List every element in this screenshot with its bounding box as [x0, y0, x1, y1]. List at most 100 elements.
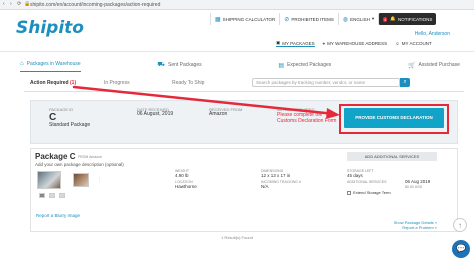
- prohibited-items-link[interactable]: ⊘ PROHIBITED ITEMS: [279, 13, 338, 25]
- tracking-value: N/A: [261, 183, 269, 189]
- dimensions-field: DIMENSIONS 12 x 13 x 17 in: [261, 169, 290, 178]
- photo-thumbnails: [39, 193, 65, 198]
- date-received-value: 06 August, 2019: [137, 111, 174, 117]
- status-tab-in-progress[interactable]: In Progress: [104, 80, 130, 86]
- tab-label: Expected Packages: [287, 62, 332, 68]
- results-count: 1 Result(s) Found: [221, 235, 253, 240]
- bell-icon: 🔔: [390, 16, 396, 21]
- report-blurry-image-link[interactable]: Report a Blurry Image: [36, 213, 80, 218]
- package-icon: ▣: [276, 40, 281, 45]
- thumbnail[interactable]: [49, 193, 55, 198]
- action-required-field: ACTION REQUIRED Please complete the Cust…: [277, 107, 337, 124]
- provide-customs-declaration-button[interactable]: PROVIDE CUSTOMS DECLARATION: [344, 108, 444, 128]
- package-description-prompt[interactable]: Add your own package description (option…: [35, 162, 124, 167]
- package-tabs: ⌂ Packages in Warehouse ⛟ Sent Packages …: [20, 58, 460, 72]
- package-type: Standard Package: [49, 122, 91, 128]
- globe-icon: ◍: [342, 16, 349, 23]
- site-header: Shipito ▦ SHIPPING CALCULATOR ⊘ PROHIBIT…: [0, 10, 474, 52]
- tab-packages-in-warehouse[interactable]: ⌂ Packages in Warehouse: [20, 58, 81, 72]
- my-warehouse-address-link[interactable]: ⌖ MY WAREHOUSE ADDRESS: [323, 40, 388, 47]
- status-count: (1): [70, 80, 77, 86]
- add-additional-services-button[interactable]: ADD ADDITIONAL SERVICES: [347, 152, 437, 161]
- scroll-to-top-button[interactable]: ↑: [453, 218, 467, 232]
- extend-date: 06 Aug 2019: [405, 179, 431, 184]
- weight-value: 4.90 lb: [175, 172, 189, 178]
- warehouse-icon: ⌂: [20, 61, 24, 67]
- package-photo[interactable]: [37, 171, 61, 189]
- tab-label: Packages in Warehouse: [26, 61, 81, 67]
- extend-storage-label: Extend Storage Term: [353, 190, 391, 195]
- extend-storage-checkbox[interactable]: [347, 190, 351, 195]
- received-from-field: RECEIVED FROM Amazon: [209, 107, 242, 117]
- notifications-label: NOTIFICATIONS: [397, 16, 433, 22]
- user-block: Hello, Anderson: [415, 31, 450, 37]
- calculator-icon: ▦: [215, 16, 221, 23]
- truck-icon: ⛟: [157, 62, 165, 68]
- browser-nav-icons[interactable]: ‹ › ⟳: [3, 1, 23, 7]
- tab-expected-packages[interactable]: ▤ Expected Packages: [278, 58, 331, 72]
- user-icon: ☺: [395, 41, 400, 46]
- dimensions-value: 12 x 13 x 17 in: [261, 172, 291, 178]
- tab-sent-packages[interactable]: ⛟ Sent Packages: [157, 58, 201, 72]
- prohibited-items-label: PROHIBITED ITEMS: [291, 16, 334, 22]
- tab-assisted-purchase[interactable]: 🛒 Assisted Purchase: [408, 58, 460, 72]
- notifications-button[interactable]: 4 🔔 NOTIFICATIONS: [378, 13, 437, 25]
- shipito-logo[interactable]: Shipito: [16, 18, 84, 38]
- prohibited-icon: ⊘: [284, 16, 290, 23]
- language-label: ENGLISH: [350, 16, 370, 22]
- greeting: Hello, Anderson: [414, 31, 450, 37]
- status-filter-row: Action Required (1) In Progress Ready To…: [24, 78, 464, 90]
- thumbnail[interactable]: [59, 193, 65, 198]
- location-field: LOCATION Hawthorne: [175, 180, 197, 189]
- extend-price: $0.00 USD: [405, 184, 423, 189]
- calendar-icon: ▤: [278, 62, 285, 69]
- package-search-input[interactable]: Search packages by tracking number, vend…: [252, 78, 400, 87]
- thumbnail[interactable]: [39, 193, 45, 198]
- detail-links: Show Package Details » Report a Problem …: [394, 220, 437, 230]
- weight-field: WEIGHT 4.90 lb: [175, 169, 189, 178]
- storage-left-value: 45 days: [347, 172, 363, 178]
- date-received-field: DATE RECEIVED 06 August, 2019: [137, 107, 173, 117]
- language-select[interactable]: ◍ ENGLISH ▾: [337, 13, 378, 25]
- status-label: Action Required: [30, 80, 69, 86]
- chat-bubble-icon: 💬: [456, 244, 466, 253]
- package-detail-card: Package C FROM Amazon Add your own packa…: [30, 148, 458, 232]
- browser-address-bar: ‹ › ⟳ 🔒 shipito.com/en/account/incoming-…: [0, 0, 474, 10]
- account-nav: ▣ MY PACKAGES ⌖ MY WAREHOUSE ADDRESS ☺ M…: [276, 40, 432, 47]
- status-tab-ready-to-ship[interactable]: Ready To Ship: [172, 80, 204, 86]
- location-value: Hawthorne: [175, 183, 197, 189]
- shipping-calculator-link[interactable]: ▦ SHIPPING CALCULATOR: [210, 13, 279, 25]
- my-account-link[interactable]: ☺ MY ACCOUNT: [395, 40, 432, 47]
- my-account-label: MY ACCOUNT: [401, 41, 432, 46]
- shipping-calculator-label: SHIPPING CALCULATOR: [222, 16, 276, 22]
- chat-button[interactable]: 💬: [452, 240, 470, 258]
- url-text[interactable]: shipito.com/en/account/incoming-packages…: [30, 2, 160, 8]
- my-packages-label: MY PACKAGES: [282, 40, 315, 46]
- package-photo-secondary[interactable]: [73, 173, 89, 187]
- location-pin-icon: ⌖: [322, 41, 326, 46]
- storage-left-field: STORAGE LEFT 45 days: [347, 169, 374, 178]
- divider: [24, 91, 464, 92]
- extend-storage-option[interactable]: Extend Storage Term: [347, 190, 391, 195]
- warehouse-address-label: MY WAREHOUSE ADDRESS: [327, 41, 388, 46]
- additional-services-field: ADDITIONAL SERVICES: [347, 180, 386, 185]
- top-links: ▦ SHIPPING CALCULATOR ⊘ PROHIBITED ITEMS…: [210, 13, 437, 25]
- arrow-up-icon: ↑: [458, 221, 462, 230]
- tab-label: Sent Packages: [167, 62, 202, 68]
- cart-icon: 🛒: [408, 62, 416, 69]
- package-subtitle: FROM Amazon: [78, 155, 102, 159]
- extend-date-field: 06 Aug 2019 $0.00 USD: [405, 179, 431, 189]
- tracking-field: INCOMING TRACKING # N/A: [261, 180, 301, 189]
- received-from-value: Amazon: [209, 111, 228, 117]
- status-tab-action-required[interactable]: Action Required (1): [30, 80, 76, 86]
- action-required-text: Please complete the Customs Declaration …: [277, 112, 337, 124]
- more-photos-icon[interactable]: ⋮: [97, 177, 102, 183]
- chevron-down-icon: ▾: [371, 16, 375, 21]
- report-problem-link[interactable]: Report a Problem »: [394, 225, 437, 230]
- notification-count-badge: 4: [383, 16, 388, 22]
- tab-label: Assisted Purchase: [418, 62, 460, 68]
- search-icon[interactable]: ⌕: [400, 78, 410, 87]
- package-title: Package C: [35, 152, 76, 161]
- additional-services-label: ADDITIONAL SERVICES: [347, 180, 387, 184]
- my-packages-link[interactable]: ▣ MY PACKAGES: [276, 40, 315, 47]
